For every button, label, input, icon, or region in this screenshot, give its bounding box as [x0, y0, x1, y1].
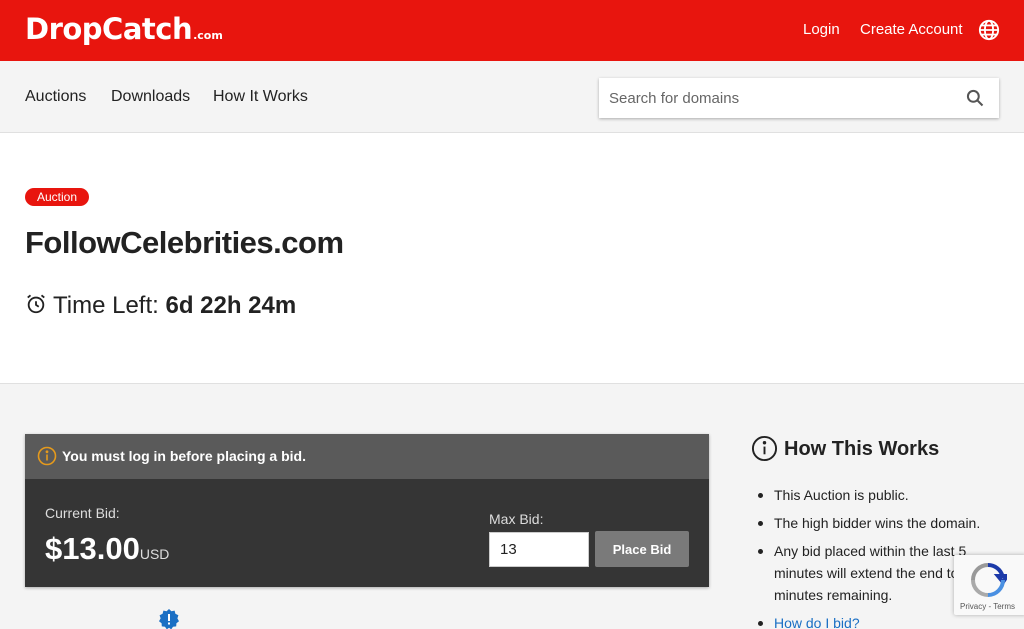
alert-badge-icon	[159, 609, 179, 629]
nav-how-it-works[interactable]: How It Works	[213, 88, 308, 106]
logo-text: DropCatch	[25, 12, 193, 46]
create-account-link[interactable]: Create Account	[860, 21, 963, 38]
login-warning-text: You must log in before placing a bid.	[62, 448, 306, 464]
how-this-works-title: How This Works	[751, 435, 939, 462]
max-bid-label: Max Bid:	[489, 511, 544, 527]
currency: USD	[139, 546, 170, 562]
domain-title: FollowCelebrities.com	[25, 225, 344, 260]
recaptcha-icon	[971, 562, 1007, 597]
list-item: The high bidder wins the domain.	[751, 512, 1011, 534]
how-do-i-bid-link[interactable]: How do I bid?	[774, 615, 860, 629]
alarm-clock-icon	[27, 294, 45, 314]
auction-badge: Auction	[25, 188, 90, 206]
time-left: Time Left: 6d 22h 24m	[25, 292, 296, 320]
terms-link[interactable]: Terms	[993, 602, 1015, 611]
recaptcha-links: Privacy - Terms	[960, 602, 1015, 611]
recaptcha-badge[interactable]: Privacy - Terms	[954, 555, 1024, 615]
search-input[interactable]	[599, 78, 949, 118]
max-bid-input[interactable]	[489, 532, 589, 567]
bid-panel: You must log in before placing a bid. Cu…	[25, 434, 709, 587]
top-bar: DropCatch.com Login Create Account	[0, 0, 1024, 61]
time-left-label: Time Left:	[53, 292, 159, 319]
search-box	[599, 78, 999, 118]
list-item: This Auction is public.	[751, 484, 1011, 506]
current-bid-label: Current Bid:	[45, 505, 120, 521]
logo-suffix: .com	[193, 29, 223, 42]
time-left-value: 6d 22h 24m	[165, 292, 297, 319]
place-bid-button[interactable]: Place Bid	[595, 531, 689, 567]
how-this-works-title-text: How This Works	[784, 438, 940, 460]
nav-bar: Auctions Downloads How It Works	[0, 61, 1024, 133]
globe-icon[interactable]	[978, 19, 1000, 41]
privacy-link[interactable]: Privacy	[960, 602, 986, 611]
info-circle-icon	[37, 446, 57, 466]
nav-downloads[interactable]: Downloads	[111, 88, 190, 106]
login-warning: You must log in before placing a bid.	[25, 434, 709, 479]
login-link[interactable]: Login	[803, 21, 840, 38]
current-bid-amount: $13.00USD	[45, 531, 169, 567]
nav-auctions[interactable]: Auctions	[25, 88, 86, 106]
current-bid-value: $13.00	[45, 531, 140, 566]
logo[interactable]: DropCatch.com	[25, 12, 223, 46]
auction-header: Auction FollowCelebrities.com Time Left:…	[0, 133, 1024, 383]
search-icon[interactable]	[965, 88, 985, 108]
info-circle-icon	[751, 435, 778, 462]
